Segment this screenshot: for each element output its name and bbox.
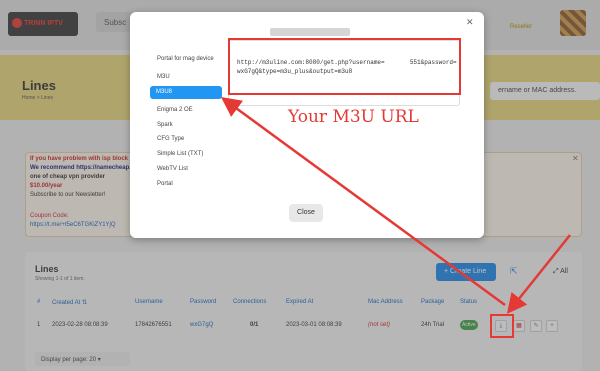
arrow-to-download (506, 234, 571, 314)
download-highlight-box (490, 314, 514, 338)
annotation-arrows (220, 97, 571, 338)
arrow-to-url (220, 97, 506, 307)
